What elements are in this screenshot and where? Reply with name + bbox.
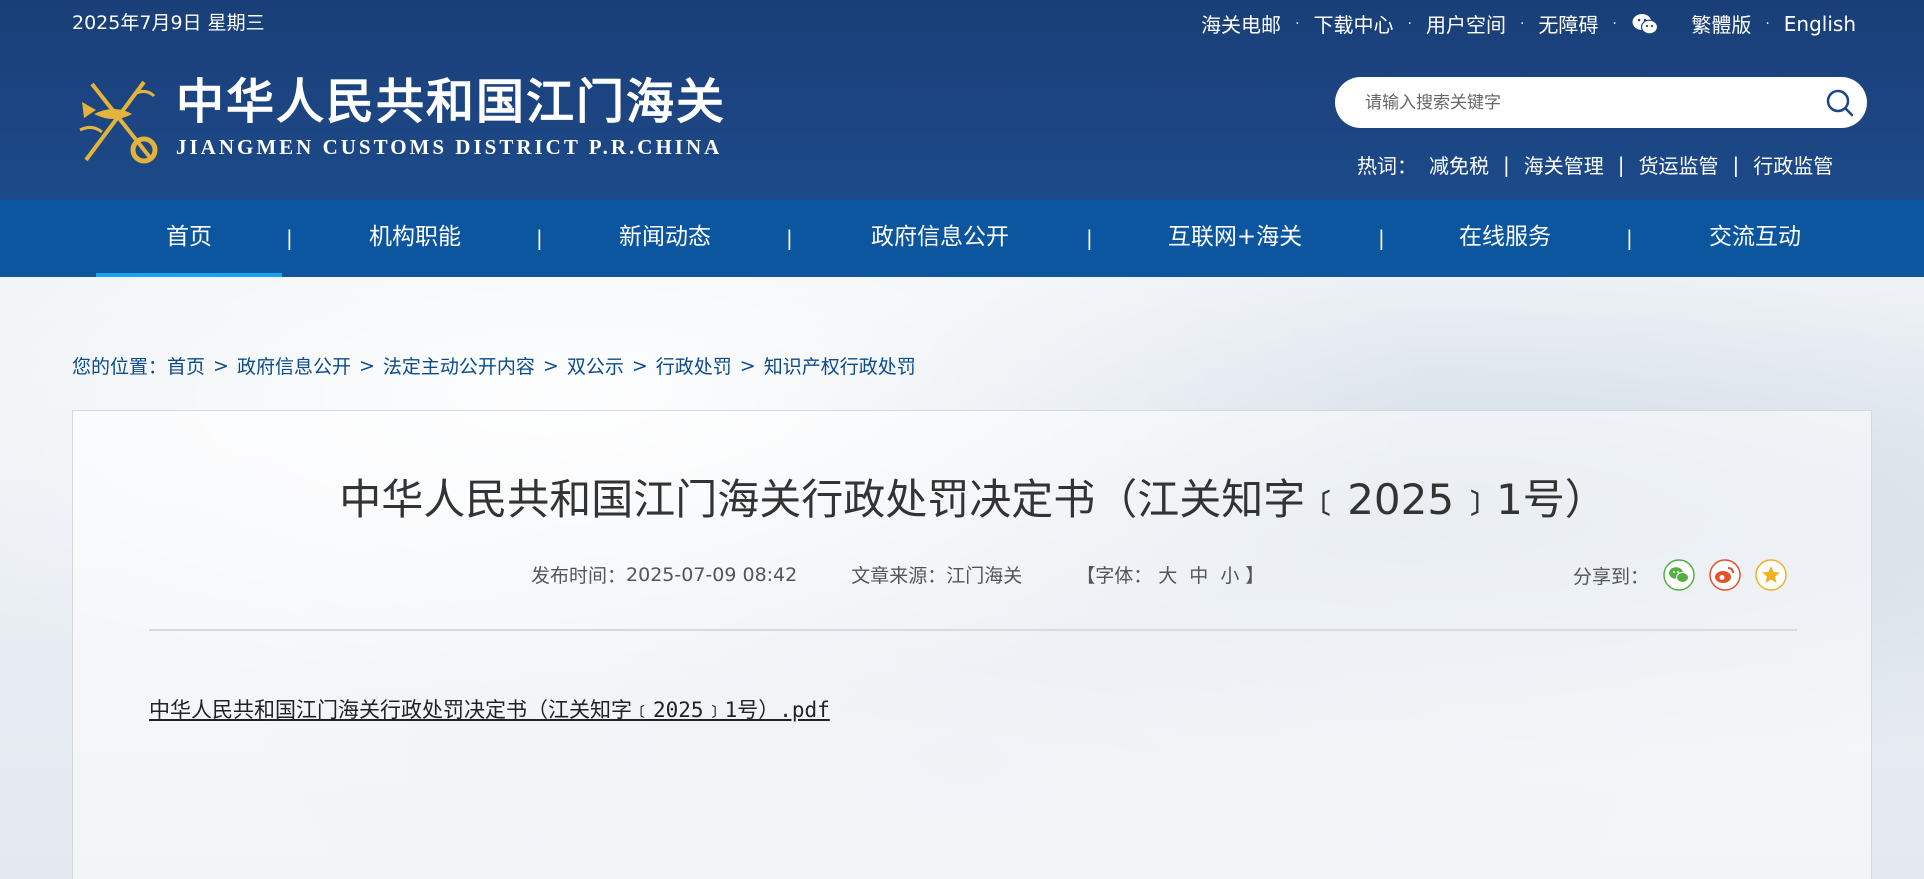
top-link-separator: · [1295,15,1300,32]
breadcrumb-link[interactable]: 政府信息公开 [237,352,351,379]
wechat-icon[interactable] [1631,12,1659,36]
site-header: 2025年7月9日 星期三 海关电邮 · 下载中心 · 用户空间 · 无障碍 ·… [0,0,1924,200]
top-link-accessibility[interactable]: 无障碍 [1538,9,1598,38]
top-link-email[interactable]: 海关电邮 [1201,9,1281,38]
hot-word-separator: | [1617,152,1625,177]
article-panel: 中华人民共和国江门海关行政处罚决定书（江关知字﹝2025﹞1号） 发布时间： 2… [72,410,1872,879]
main-nav: 首页 | 机构职能 | 新闻动态 | 政府信息公开 | 互联网+海关 | 在线服… [0,200,1924,277]
weibo-share-icon[interactable] [1709,559,1741,591]
breadcrumb-link[interactable]: 法定主动公开内容 [383,352,535,379]
breadcrumb-link[interactable]: 知识产权行政处罚 [764,352,916,379]
hot-words-label: 热词： [1357,154,1417,178]
font-size-medium-button[interactable]: 中 [1189,561,1208,588]
top-link-user-space[interactable]: 用户空间 [1426,9,1506,38]
article-meta: 发布时间： 2025-07-09 08:42 文章来源： 江门海关 【字体： 大… [531,561,1264,588]
site-logo[interactable]: 中华人民共和国江门海关 JIANGMEN CUSTOMS DISTRICT P.… [74,74,726,166]
hot-word-link[interactable]: 减免税 [1429,150,1489,179]
nav-item-gov-info[interactable]: 政府信息公开 [840,200,1040,277]
nav-separator: | [536,226,543,250]
font-size-close: 】 [1245,565,1265,587]
content-divider [149,629,1797,631]
current-date: 2025年7月9日 星期三 [72,12,265,34]
nav-separator: | [1626,226,1633,250]
nav-item-functions[interactable]: 机构职能 [340,200,490,277]
hot-word-link[interactable]: 海关管理 [1524,150,1604,179]
breadcrumb-separator: > [358,354,375,377]
top-link-separator: · [1519,15,1525,32]
favorite-share-icon[interactable] [1755,559,1787,591]
top-link-separator: · [1407,15,1412,32]
nav-item-interaction[interactable]: 交流互动 [1680,200,1830,277]
share-bar: 分享到： [1573,559,1787,591]
source-label: 文章来源： [851,565,947,587]
wechat-share-icon[interactable] [1663,559,1695,591]
top-link-separator: · [1765,15,1770,32]
nav-separator: | [1378,226,1385,250]
breadcrumb-link[interactable]: 行政处罚 [656,352,732,379]
search-icon[interactable] [1825,88,1855,118]
nav-item-online-service[interactable]: 在线服务 [1430,200,1580,277]
nav-separator: | [286,226,293,250]
breadcrumb-separator: > [542,354,559,377]
hot-words: 热词： 减免税 | 海关管理 | 货运监管 | 行政监管 [1357,150,1833,179]
article-title: 中华人民共和国江门海关行政处罚决定书（江关知字﹝2025﹞1号） [339,475,1607,524]
top-link-separator: · [1612,15,1617,32]
nav-item-news[interactable]: 新闻动态 [590,200,740,277]
attachment-pdf-link[interactable]: 中华人民共和国江门海关行政处罚决定书（江关知字﹝2025﹞1号）.pdf [149,694,830,724]
publish-time: 2025-07-09 08:42 [626,563,798,586]
nav-item-home[interactable]: 首页 [96,200,282,277]
top-link-traditional[interactable]: 繁體版 [1691,9,1751,38]
hot-word-separator: | [1732,152,1740,177]
breadcrumb-link[interactable]: 首页 [167,352,205,379]
nav-separator: | [1086,226,1093,250]
breadcrumb-link[interactable]: 双公示 [567,352,624,379]
font-size-small-button[interactable]: 小 [1220,561,1239,588]
breadcrumb: 您的位置： 首页 > 政府信息公开 > 法定主动公开内容 > 双公示 > 行政处… [72,352,916,379]
customs-emblem-icon [79,80,158,164]
top-link-separator [1673,16,1677,32]
hot-word-link[interactable]: 货运监管 [1639,150,1719,179]
logo-chinese-name: 中华人民共和国江门海关 [176,74,727,130]
nav-item-internet-customs[interactable]: 互联网+海关 [1140,200,1330,277]
top-links: 海关电邮 · 下载中心 · 用户空间 · 无障碍 · 繁體版 · English [1201,9,1856,38]
hot-word-link[interactable]: 行政监管 [1753,150,1833,179]
search-input[interactable] [1365,92,1805,113]
breadcrumb-separator: > [213,354,229,377]
breadcrumb-separator: > [631,354,648,377]
publish-time-label: 发布时间： [531,565,627,587]
hot-word-separator: | [1503,152,1510,177]
article-source: 江门海关 [946,565,1023,587]
top-link-english[interactable]: English [1784,12,1856,36]
share-label: 分享到： [1573,565,1650,588]
breadcrumb-separator: > [739,354,756,377]
font-size-open: 【字体： [1076,565,1153,587]
logo-english-name: JIANGMEN CUSTOMS DISTRICT P.R.CHINA [176,134,723,159]
font-size-large-button[interactable]: 大 [1158,561,1177,588]
nav-separator: | [786,226,793,250]
breadcrumb-label: 您的位置： [72,356,168,378]
search-box [1335,77,1867,128]
top-link-downloads[interactable]: 下载中心 [1314,9,1394,38]
